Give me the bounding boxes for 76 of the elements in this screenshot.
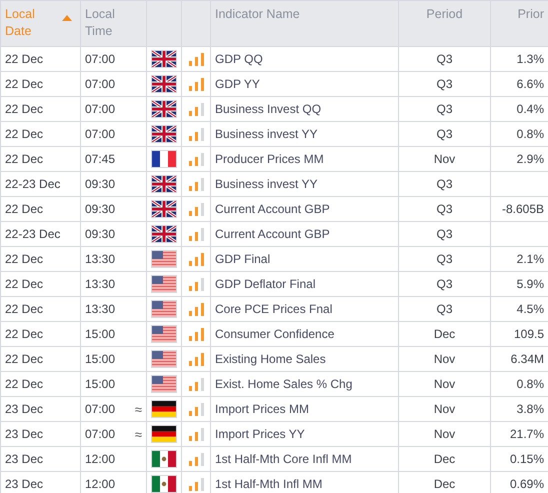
indicator-name[interactable]: GDP YY	[215, 77, 260, 91]
date-cell: 22-23 Dec	[5, 177, 60, 191]
date-cell: 22 Dec	[5, 127, 44, 141]
prior-value: 4.5%	[516, 302, 544, 316]
date-cell: 22 Dec	[5, 202, 44, 216]
date-cell: 23 Dec	[5, 477, 44, 491]
indicator-name[interactable]: GDP Final	[215, 252, 270, 266]
period-cell: Q3	[436, 77, 452, 91]
time-cell: 09:30	[85, 202, 116, 216]
indicator-name[interactable]: GDP QQ	[215, 52, 263, 66]
date-cell: 22 Dec	[5, 377, 44, 391]
time-cell: 07:00	[85, 102, 116, 116]
prior-value: 2.9%	[516, 152, 544, 166]
period-cell: Nov	[434, 402, 456, 416]
period-cell: Nov	[434, 427, 456, 441]
period-cell: Q3	[436, 202, 452, 216]
period-cell: Q3	[436, 127, 452, 141]
time-cell: 09:30	[85, 177, 116, 191]
period-cell: Q3	[436, 227, 452, 241]
time-cell: 07:00	[85, 402, 116, 416]
time-cell: 13:30	[85, 302, 116, 316]
prior-value: 3.8%	[516, 402, 544, 416]
time-cell: 15:00	[85, 352, 116, 366]
prior-value: -8.605B	[502, 202, 544, 216]
time-cell: 09:30	[85, 227, 116, 241]
time-cell: 07:00	[85, 127, 116, 141]
time-cell: 07:00	[85, 77, 116, 91]
date-cell: 23 Dec	[5, 452, 44, 466]
date-cell: 23 Dec	[5, 402, 44, 416]
prior-value: 6.6%	[516, 77, 544, 91]
period-cell: Q3	[436, 277, 452, 291]
date-cell: 22 Dec	[5, 252, 44, 266]
date-cell: 22 Dec	[5, 352, 44, 366]
time-cell: 12:00	[85, 452, 116, 466]
period-cell: Dec	[434, 452, 456, 466]
time-cell: 07:45	[85, 152, 116, 166]
time-cell: 07:00	[85, 52, 116, 66]
prior-value: 0.8%	[516, 377, 544, 391]
date-cell: 22 Dec	[5, 152, 44, 166]
time-cell: 12:00	[85, 477, 116, 491]
period-cell: Q3	[436, 302, 452, 316]
date-cell: 22-23 Dec	[5, 227, 60, 241]
period-cell: Dec	[434, 477, 456, 491]
time-cell: 15:00	[85, 327, 116, 341]
prior-value: 0.69%	[510, 477, 544, 491]
period-cell: Q3	[436, 177, 452, 191]
period-cell: Dec	[434, 327, 456, 341]
date-cell: 22 Dec	[5, 102, 44, 116]
prior-value: 1.3%	[516, 52, 544, 66]
sort-ascending-icon	[62, 15, 72, 21]
prior-value: 6.34M	[510, 352, 544, 366]
time-cell: 07:00	[85, 427, 116, 441]
prior-value: 0.15%	[510, 452, 544, 466]
time-cell: 13:30	[85, 277, 116, 291]
approximate-time-mark: ≈	[134, 402, 142, 416]
time-cell: 15:00	[85, 377, 116, 391]
date-cell: 22 Dec	[5, 277, 44, 291]
prior-value: 5.9%	[516, 277, 544, 291]
period-cell: Q3	[436, 252, 452, 266]
prior-value: 0.4%	[516, 102, 544, 116]
period-cell: Q3	[436, 102, 452, 116]
time-cell: 13:30	[85, 252, 116, 266]
prior-value: 21.7%	[510, 427, 544, 441]
prior-value: 0.8%	[516, 127, 544, 141]
date-cell: 22 Dec	[5, 302, 44, 316]
period-cell: Nov	[434, 352, 456, 366]
period-cell: Nov	[434, 377, 456, 391]
date-cell: 22 Dec	[5, 327, 44, 341]
date-cell: 22 Dec	[5, 52, 44, 66]
prior-value: 2.1%	[516, 252, 544, 266]
period-cell: Q3	[436, 52, 452, 66]
prior-value: 109.5	[514, 327, 544, 341]
approximate-time-mark: ≈	[134, 426, 142, 442]
period-cell: Nov	[434, 152, 456, 166]
date-cell: 22 Dec	[5, 77, 44, 91]
date-cell: 23 Dec	[5, 427, 44, 441]
